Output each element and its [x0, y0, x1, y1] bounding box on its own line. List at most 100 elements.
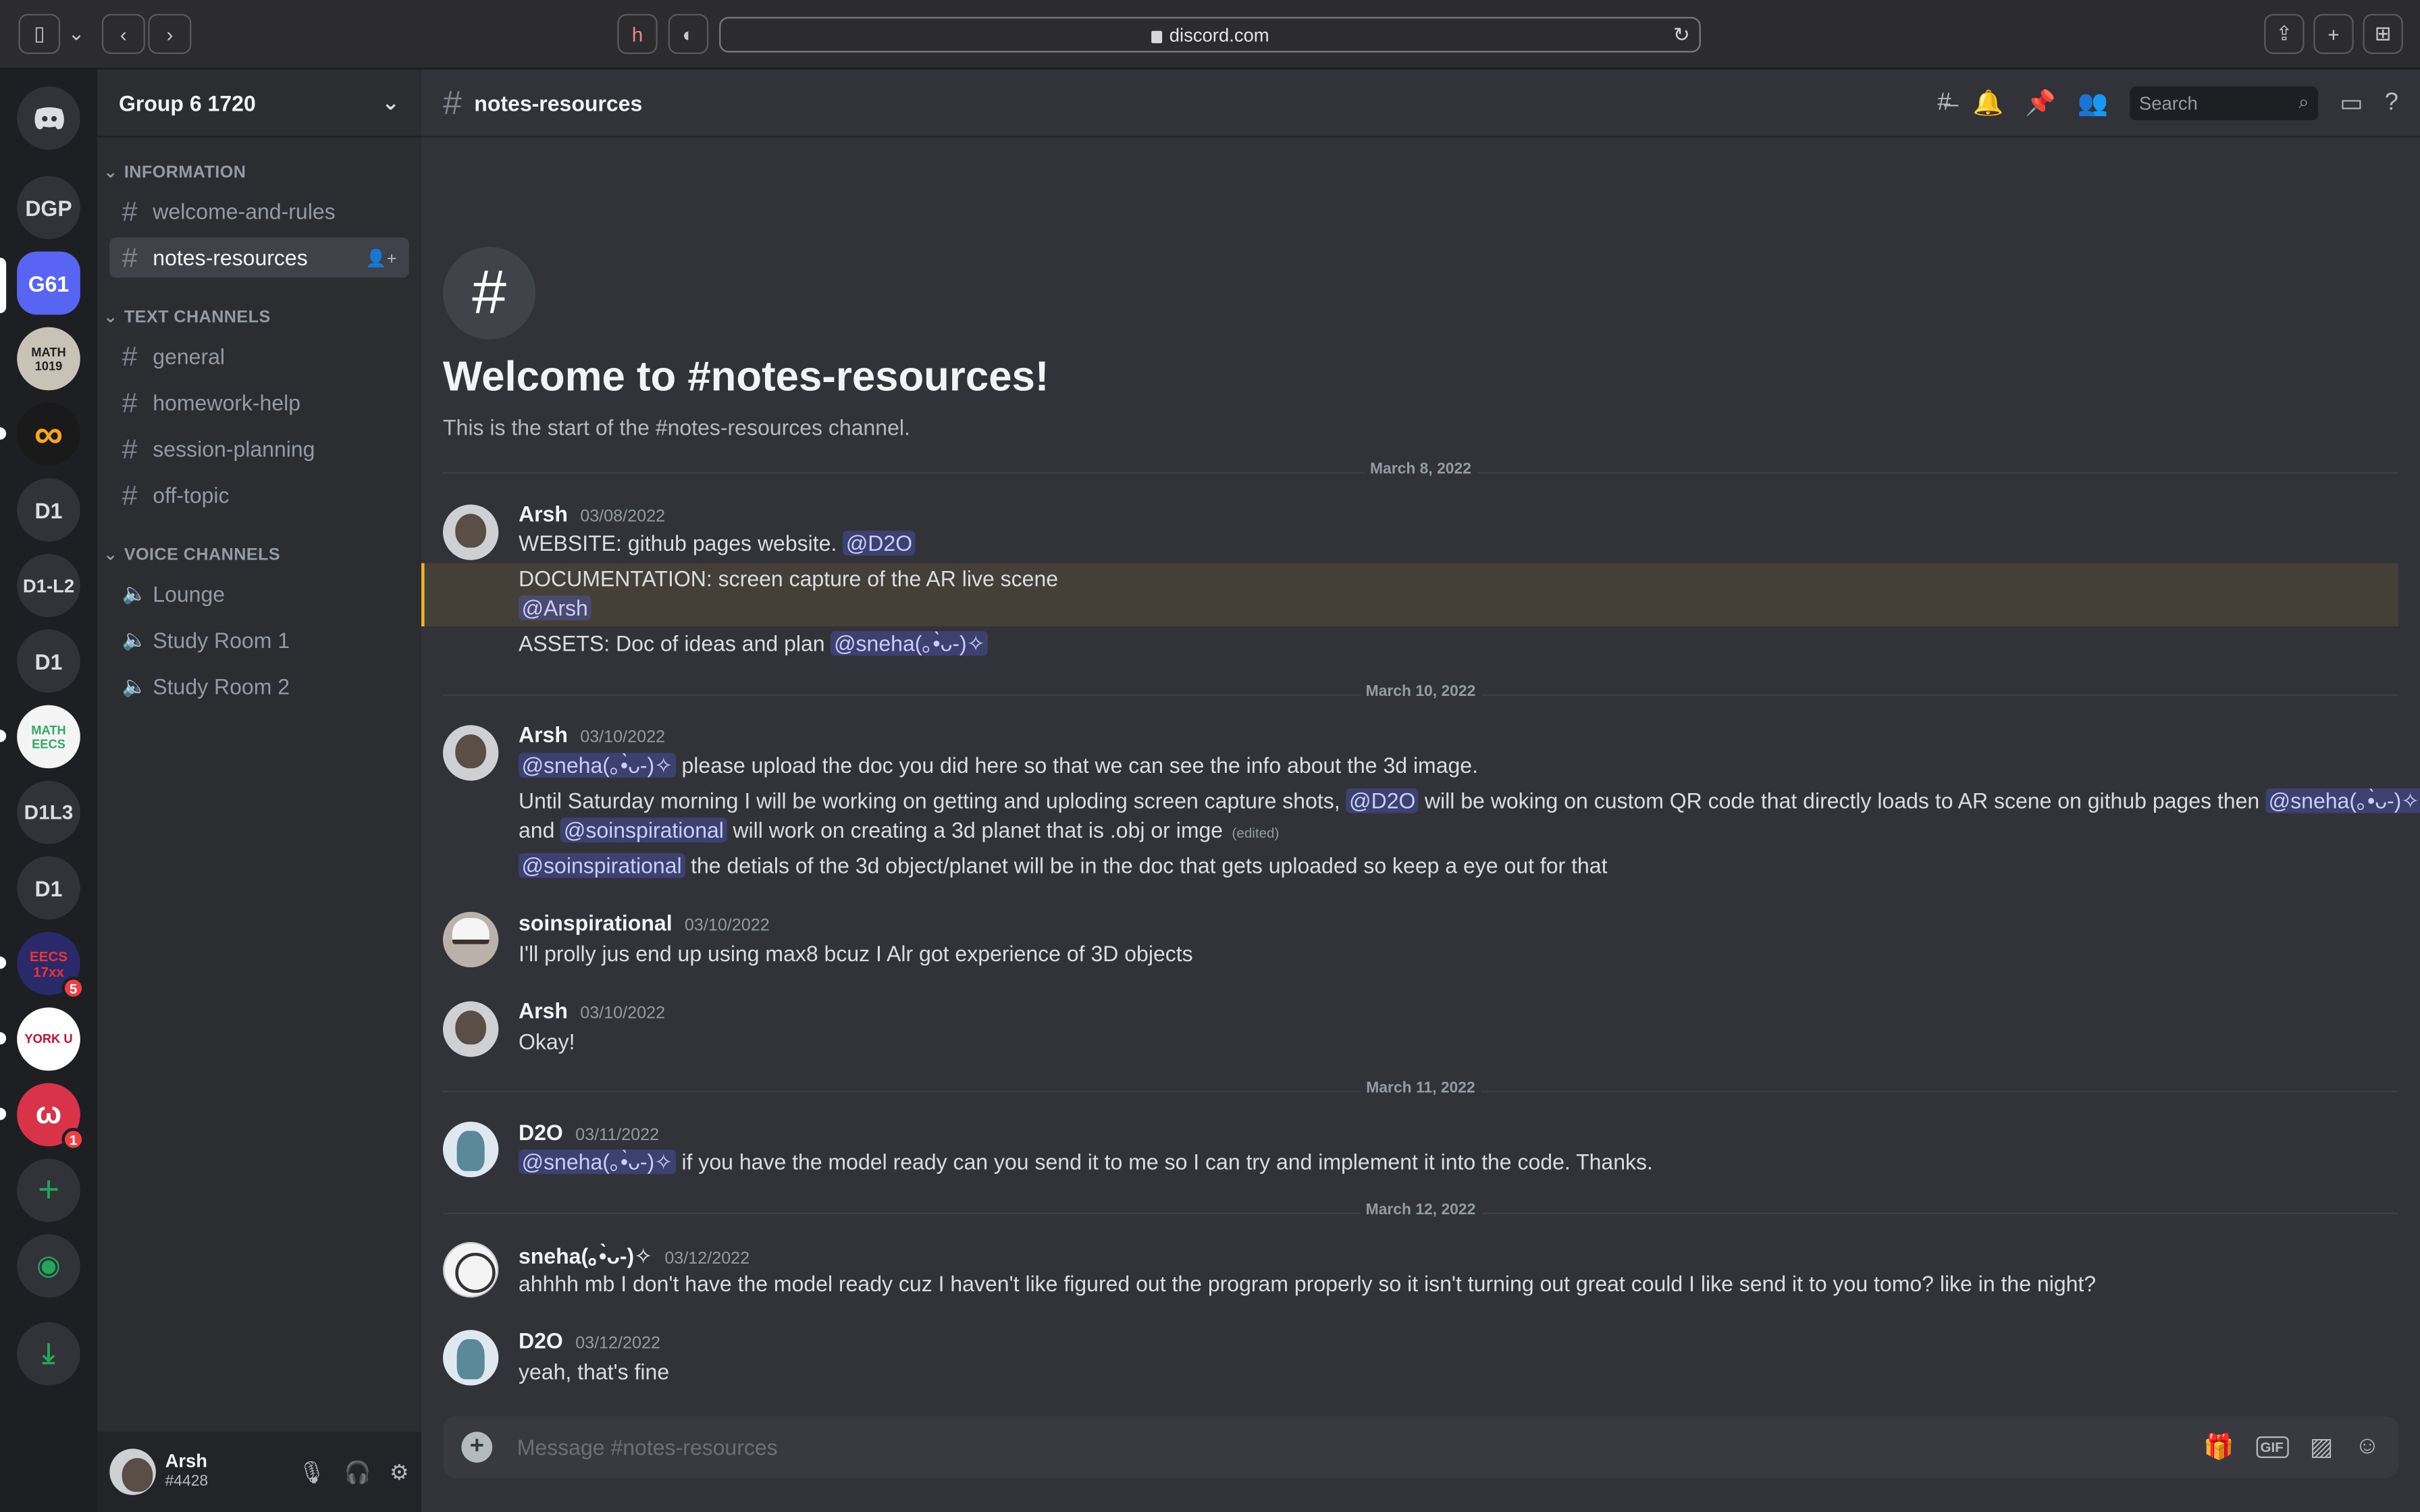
- extension-icon[interactable]: h: [617, 14, 658, 54]
- message-author[interactable]: Arsh: [519, 722, 568, 747]
- server-icon[interactable]: DGP: [17, 176, 80, 240]
- gear-icon[interactable]: ⚙: [390, 1459, 409, 1485]
- category-voice-channels[interactable]: ⌄ VOICE CHANNELS: [103, 545, 280, 565]
- reload-icon[interactable]: ↻: [1673, 23, 1690, 48]
- message-author[interactable]: Arsh: [519, 502, 568, 526]
- date-label: March 8, 2022: [1363, 461, 1478, 479]
- message-content: @soinspirational the detials of the 3d o…: [518, 852, 1607, 881]
- channel-notes-resources[interactable]: # notes-resources 👤+: [109, 237, 409, 278]
- user-mention[interactable]: @soinspirational: [560, 817, 727, 842]
- add-server-button[interactable]: +: [17, 1158, 80, 1222]
- server-icon[interactable]: ∞: [17, 402, 80, 466]
- server-icon[interactable]: D1L3: [17, 780, 80, 844]
- discord-home-icon[interactable]: [17, 86, 80, 150]
- user-mention[interactable]: @sneha(｡•̀ᴗ-)✧: [518, 753, 676, 778]
- search-input[interactable]: Search ⌕: [2130, 85, 2319, 120]
- server-icon[interactable]: D1: [17, 856, 80, 920]
- message-author[interactable]: sneha(｡•̀ᴗ-)✧: [519, 1241, 652, 1272]
- browser-toolbar: ▯ ⌄ ‹ › h ◐ discord.com ↻ ⇪ + ⊞: [0, 0, 2420, 70]
- new-tab-button[interactable]: +: [2313, 14, 2354, 54]
- emoji-icon[interactable]: ☺: [2355, 1433, 2379, 1461]
- bell-icon[interactable]: 🔔: [1973, 87, 2004, 118]
- share-button[interactable]: ⇪: [2264, 14, 2305, 54]
- date-label: March 12, 2022: [1359, 1202, 1482, 1219]
- tab-overview-button[interactable]: ⊞: [2363, 14, 2403, 54]
- user-mention[interactable]: @Arsh: [518, 595, 591, 620]
- channel-off-topic[interactable]: # off-topic: [109, 475, 409, 515]
- pin-icon[interactable]: 📌: [2025, 87, 2056, 118]
- download-icon[interactable]: ⤓: [17, 1322, 80, 1386]
- members-icon[interactable]: 👥: [2078, 87, 2109, 118]
- voice-channel-study-room-1[interactable]: 🔈 Study Room 1: [109, 620, 409, 660]
- mute-mic-icon[interactable]: 🎙: [298, 1459, 326, 1485]
- message-author[interactable]: D2O: [519, 1328, 563, 1353]
- server-icon-active[interactable]: G61: [17, 251, 80, 315]
- message-author[interactable]: D2O: [519, 1120, 563, 1145]
- user-mention[interactable]: @sneha(｡•̀ᴗ-)✧: [518, 1149, 676, 1174]
- chevron-down-icon: ⌄: [103, 308, 118, 327]
- server-icon[interactable]: MATH EECS: [17, 705, 80, 769]
- message-header: D2O 03/12/2022: [519, 1328, 660, 1353]
- user-mention[interactable]: @D2O: [843, 531, 916, 556]
- chevron-down-icon[interactable]: ⌄: [63, 14, 90, 54]
- avatar[interactable]: [442, 725, 499, 781]
- avatar[interactable]: [442, 1121, 499, 1177]
- category-information[interactable]: ⌄ INFORMATION: [103, 162, 246, 182]
- user-mention[interactable]: @sneha(｡•̀ᴗ-)✧: [2265, 788, 2420, 813]
- server-icon[interactable]: D1: [17, 478, 80, 542]
- chevron-down-icon: ⌄: [103, 163, 118, 182]
- shield-icon[interactable]: ◐: [668, 14, 709, 54]
- voice-channel-study-room-2[interactable]: 🔈 Study Room 2: [109, 666, 409, 706]
- sticker-icon[interactable]: ▨: [2310, 1432, 2334, 1463]
- server-icon[interactable]: D1: [17, 629, 80, 693]
- user-info[interactable]: Arsh #4428: [165, 1451, 209, 1492]
- message-timestamp: 03/10/2022: [580, 728, 666, 747]
- channel-general[interactable]: # general: [109, 336, 409, 376]
- message-timestamp: 03/11/2022: [575, 1126, 660, 1145]
- server-icon[interactable]: EECS 17xx 5: [17, 932, 85, 1000]
- channel-session-planning[interactable]: # session-planning: [109, 429, 409, 468]
- voice-channel-lounge[interactable]: 🔈 Lounge: [109, 574, 409, 614]
- hash-icon: #: [122, 241, 138, 273]
- channel-label: Study Room 2: [153, 674, 290, 699]
- url-bar[interactable]: discord.com ↻: [719, 17, 1701, 53]
- user-mention[interactable]: @D2O: [1346, 788, 1419, 813]
- back-button[interactable]: ‹: [101, 14, 145, 54]
- avatar[interactable]: [442, 1330, 499, 1386]
- message-author[interactable]: soinspirational: [519, 911, 673, 936]
- message-composer[interactable]: + Message #notes-resources 🎁 GIF ▨ ☺: [442, 1416, 2398, 1478]
- message-author[interactable]: Arsh: [519, 998, 568, 1023]
- gift-icon[interactable]: 🎁: [2203, 1432, 2234, 1463]
- invite-icon[interactable]: 👤+: [365, 248, 396, 267]
- category-text-channels[interactable]: ⌄ TEXT CHANNELS: [103, 307, 271, 327]
- gif-button[interactable]: GIF: [2255, 1436, 2288, 1458]
- server-icon[interactable]: D1-L2: [17, 554, 80, 618]
- message-timestamp: 03/12/2022: [575, 1334, 660, 1353]
- avatar[interactable]: [442, 1001, 499, 1057]
- headphones-icon[interactable]: 🎧: [344, 1459, 371, 1485]
- unread-indicator: [0, 956, 7, 969]
- channel-homework-help[interactable]: # homework-help: [109, 383, 409, 423]
- composer-placeholder: Message #notes-resources: [517, 1434, 778, 1460]
- avatar[interactable]: [442, 911, 499, 968]
- inbox-icon[interactable]: ▭: [2340, 87, 2363, 118]
- threads-icon[interactable]: #̶: [1937, 88, 1951, 116]
- user-mention[interactable]: @soinspirational: [518, 853, 685, 878]
- avatar[interactable]: [442, 1241, 499, 1298]
- avatar[interactable]: [109, 1449, 156, 1495]
- message-text: if you have the model ready can you send…: [675, 1149, 1653, 1174]
- avatar[interactable]: [442, 504, 499, 560]
- sidebar-toggle-button[interactable]: ▯: [18, 14, 61, 54]
- help-icon[interactable]: ?: [2385, 88, 2398, 116]
- forward-button[interactable]: ›: [148, 14, 192, 54]
- server-icon[interactable]: MATH 1019: [17, 327, 80, 391]
- channel-welcome-and-rules[interactable]: # welcome-and-rules: [109, 191, 409, 231]
- user-mention[interactable]: @sneha(｡•̀ᴗ-)✧: [831, 630, 989, 655]
- server-icon[interactable]: ω 1: [17, 1083, 85, 1152]
- welcome-title: Welcome to #notes-resources!: [442, 353, 1049, 400]
- guild-header[interactable]: Group 6 1720 ⌄: [97, 70, 421, 138]
- upload-plus-button[interactable]: +: [461, 1432, 493, 1463]
- explore-icon[interactable]: ◉: [17, 1234, 80, 1298]
- server-icon[interactable]: YORK U: [17, 1007, 80, 1071]
- message-content: ahhhh mb I don't have the model ready cu…: [518, 1271, 2097, 1296]
